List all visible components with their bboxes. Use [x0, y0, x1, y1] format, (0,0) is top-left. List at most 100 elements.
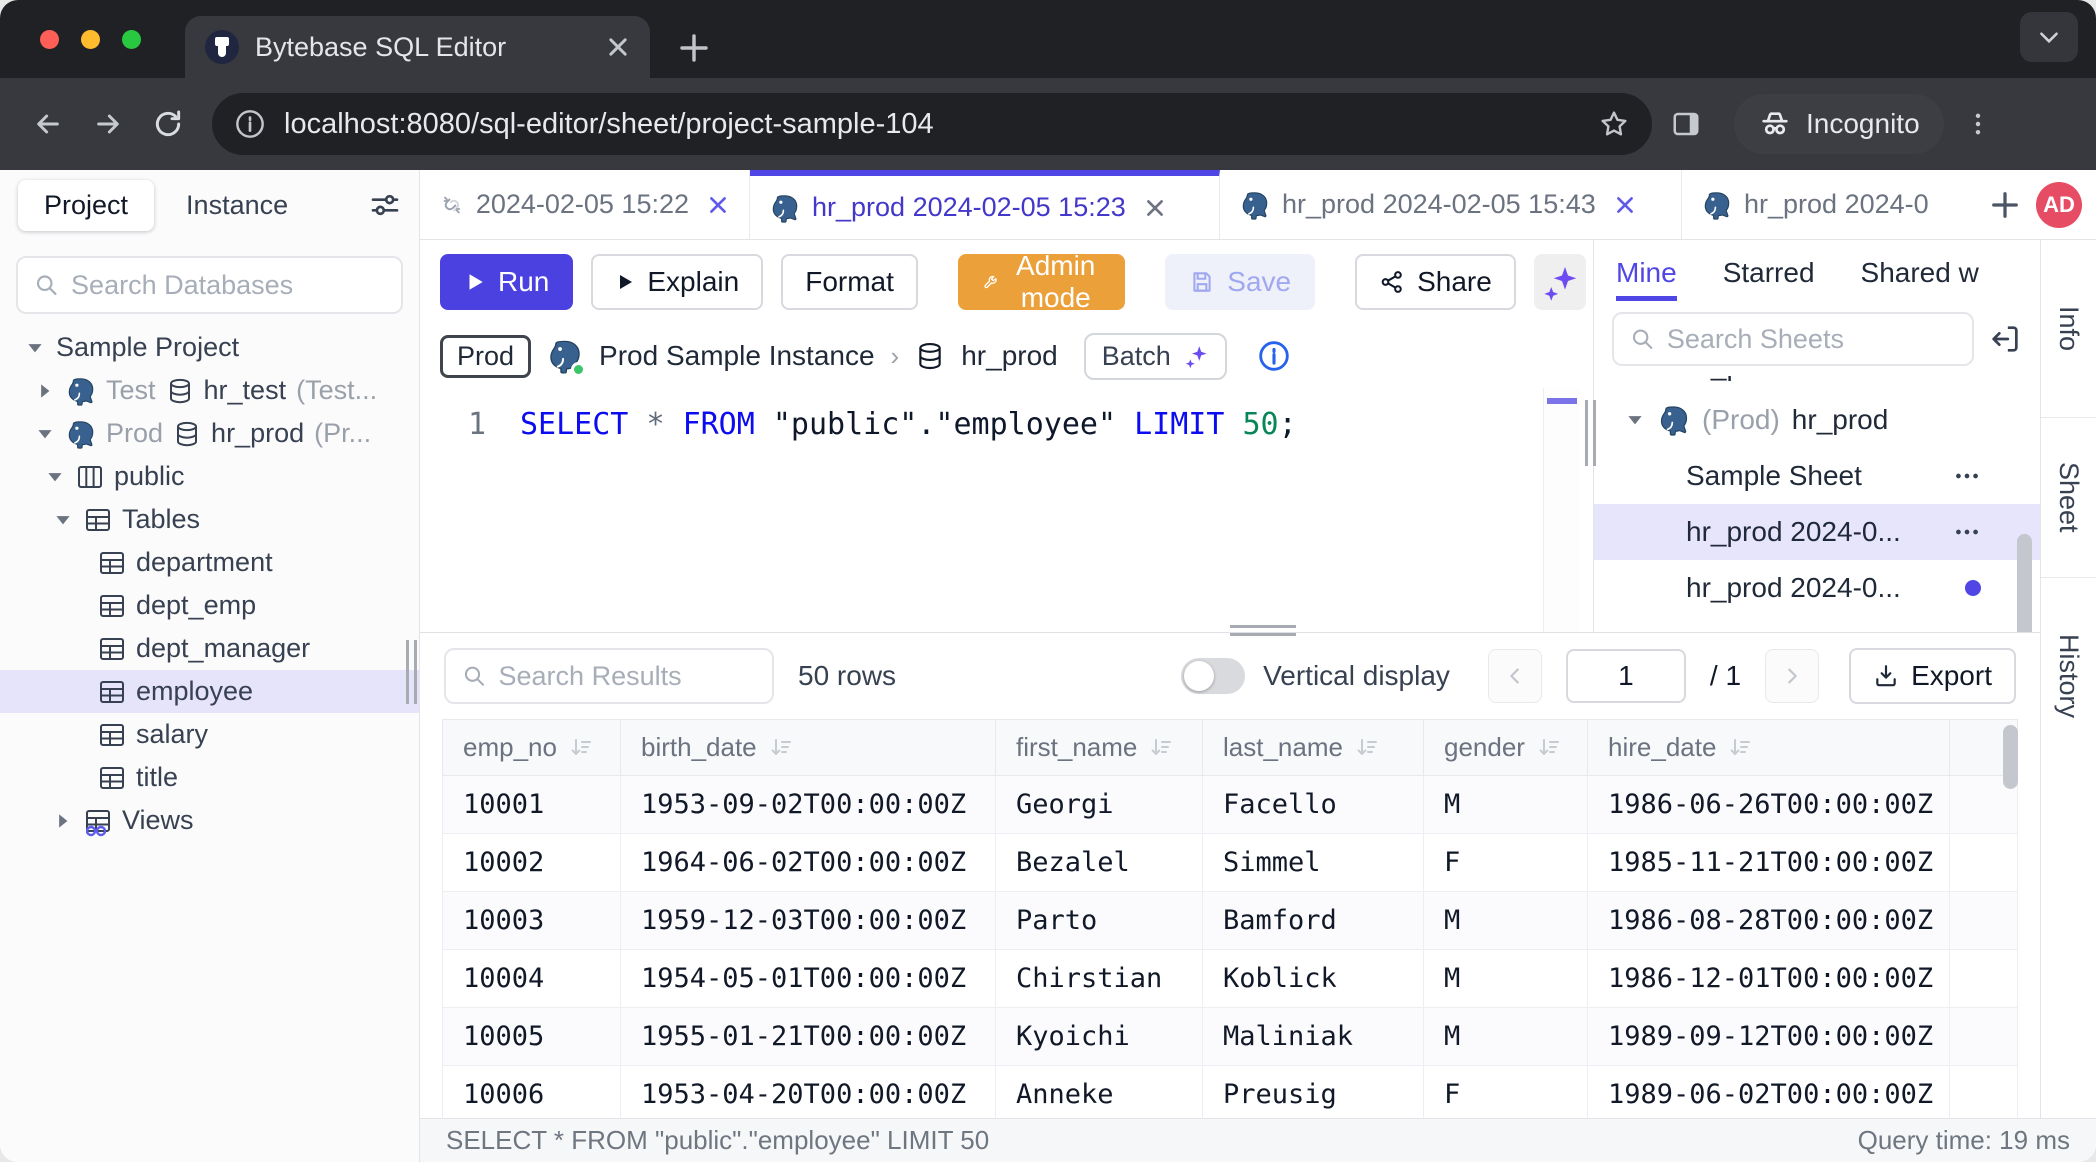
cell[interactable]: M: [1424, 776, 1588, 834]
sheet-item-unsaved-1[interactable]: hr_prod 2024-0...: [1594, 560, 2040, 616]
sheet-tab-2-active[interactable]: hr_prod 2024-02-05 15:23: [750, 170, 1220, 239]
tree-item-table-salary[interactable]: salary: [0, 713, 419, 756]
tree-item-test-db[interactable]: Test hr_test (Test...: [0, 369, 419, 412]
sheet-group-hr-prod[interactable]: (Prod) hr_prod: [1594, 392, 2040, 448]
forward-button[interactable]: [82, 98, 134, 150]
tab-instance[interactable]: Instance: [160, 180, 314, 231]
new-sheet-button[interactable]: [1980, 170, 2030, 239]
cell[interactable]: 10004: [443, 950, 621, 1008]
tree-item-schema-public[interactable]: public: [0, 455, 419, 498]
close-sheet-icon[interactable]: [1144, 197, 1166, 219]
ai-assistant-button[interactable]: [1534, 254, 1586, 310]
column-header-emp-no[interactable]: emp_no: [443, 720, 621, 776]
cell[interactable]: 10002: [443, 834, 621, 892]
close-sheet-icon[interactable]: [707, 194, 729, 216]
table-row[interactable]: 10003 1959-12-03T00:00:00Z Parto Bamford…: [443, 892, 2018, 950]
tree-item-table-title[interactable]: title: [0, 756, 419, 799]
sort-icon[interactable]: [569, 736, 593, 760]
cell[interactable]: M: [1424, 892, 1588, 950]
vertical-display-toggle[interactable]: [1181, 658, 1245, 694]
table-row[interactable]: 10002 1964-06-02T00:00:00Z Bezalel Simme…: [443, 834, 2018, 892]
chevron-down-icon[interactable]: [24, 337, 46, 359]
cell[interactable]: 10006: [443, 1066, 621, 1119]
save-button[interactable]: Save: [1165, 254, 1315, 310]
tree-item-table-department[interactable]: department: [0, 541, 419, 584]
cell[interactable]: Koblick: [1203, 950, 1424, 1008]
chevron-down-icon[interactable]: [1624, 409, 1646, 431]
batch-button[interactable]: Batch: [1084, 333, 1227, 380]
instance-name[interactable]: Prod Sample Instance: [599, 340, 875, 372]
sheet-menu-icon[interactable]: [1952, 517, 1982, 547]
new-tab-button[interactable]: [678, 32, 710, 64]
sql-code-area[interactable]: 1 SELECT * FROM "public"."employee" LIMI…: [420, 388, 1593, 632]
column-header-first-name[interactable]: first_name: [996, 720, 1203, 776]
tree-item-table-dept-emp[interactable]: dept_emp: [0, 584, 419, 627]
editor-minimap[interactable]: [1543, 388, 1579, 632]
sheet-item-unsaved-2[interactable]: hr_prod 2024-0...: [1594, 616, 2040, 632]
tree-item-tables[interactable]: Tables: [0, 498, 419, 541]
table-row[interactable]: 10001 1953-09-02T00:00:00Z Georgi Facell…: [443, 776, 2018, 834]
prev-page-button[interactable]: [1488, 649, 1542, 703]
cell[interactable]: Preusig: [1203, 1066, 1424, 1119]
search-sheets-input[interactable]: [1612, 312, 1974, 366]
cell[interactable]: 10001: [443, 776, 621, 834]
cell[interactable]: 1954-05-01T00:00:00Z: [621, 950, 996, 1008]
tab-shared[interactable]: Shared w: [1861, 257, 1979, 289]
tab-mine[interactable]: Mine: [1616, 257, 1677, 289]
cell[interactable]: Parto: [996, 892, 1203, 950]
column-header-hire-date[interactable]: hire_date: [1588, 720, 1950, 776]
tab-search-chevron-icon[interactable]: [2020, 12, 2078, 62]
sheet-tab-3[interactable]: hr_prod 2024-02-05 15:43: [1220, 170, 1682, 239]
chevron-down-icon[interactable]: [52, 509, 74, 531]
cell[interactable]: Bamford: [1203, 892, 1424, 950]
search-sheets-field[interactable]: [1667, 324, 1956, 355]
side-panel-icon[interactable]: [1660, 98, 1712, 150]
page-number-input[interactable]: [1566, 649, 1686, 703]
cell[interactable]: Simmel: [1203, 834, 1424, 892]
next-page-button[interactable]: [1765, 649, 1819, 703]
sheet-tab-1[interactable]: 2024-02-05 15:22: [420, 170, 750, 239]
results-resize-handle[interactable]: [1230, 625, 1296, 636]
column-header-gender[interactable]: gender: [1424, 720, 1588, 776]
close-window-button[interactable]: [40, 30, 59, 49]
run-button[interactable]: Run: [440, 254, 573, 310]
chevron-down-icon[interactable]: [34, 423, 56, 445]
cell[interactable]: Georgi: [996, 776, 1203, 834]
tree-item-project[interactable]: Sample Project: [0, 326, 419, 369]
chevron-down-icon[interactable]: [44, 466, 66, 488]
share-button[interactable]: Share: [1355, 254, 1516, 310]
sort-icon[interactable]: [1355, 736, 1379, 760]
search-results-input[interactable]: [444, 648, 774, 704]
cell[interactable]: 1959-12-03T00:00:00Z: [621, 892, 996, 950]
column-header-last-name[interactable]: last_name: [1203, 720, 1424, 776]
table-row[interactable]: 10005 1955-01-21T00:00:00Z Kyoichi Malin…: [443, 1008, 2018, 1066]
browser-menu-icon[interactable]: [1952, 98, 2004, 150]
admin-mode-button[interactable]: Admin mode: [958, 254, 1125, 310]
sort-icon[interactable]: [1537, 736, 1561, 760]
close-tab-icon[interactable]: [606, 35, 630, 59]
cell[interactable]: 1989-06-02T00:00:00Z: [1588, 1066, 1950, 1119]
cell[interactable]: 1953-04-20T00:00:00Z: [621, 1066, 996, 1119]
collapse-panel-icon[interactable]: [1988, 322, 2022, 356]
maximize-window-button[interactable]: [122, 30, 141, 49]
cell[interactable]: 1955-01-21T00:00:00Z: [621, 1008, 996, 1066]
explain-button[interactable]: Explain: [591, 254, 763, 310]
minimize-window-button[interactable]: [81, 30, 100, 49]
tree-item-views[interactable]: Views: [0, 799, 419, 842]
cell[interactable]: M: [1424, 950, 1588, 1008]
cell[interactable]: 1986-12-01T00:00:00Z: [1588, 950, 1950, 1008]
results-scrollbar[interactable]: [2003, 725, 2018, 789]
sheet-item-sample[interactable]: Sample Sheet: [1594, 448, 2040, 504]
sort-icon[interactable]: [1728, 736, 1752, 760]
sort-icon[interactable]: [1149, 736, 1173, 760]
site-info-icon[interactable]: [234, 108, 266, 140]
search-results-field[interactable]: [499, 661, 756, 692]
info-icon[interactable]: [1257, 339, 1291, 373]
close-sheet-icon[interactable]: [1614, 194, 1636, 216]
tab-project[interactable]: Project: [18, 180, 154, 231]
panel-resize-handle[interactable]: [1585, 400, 1596, 466]
sidebar-resize-handle[interactable]: [406, 640, 417, 704]
cell[interactable]: M: [1424, 1008, 1588, 1066]
cell[interactable]: 1964-06-02T00:00:00Z: [621, 834, 996, 892]
cell[interactable]: 1989-09-12T00:00:00Z: [1588, 1008, 1950, 1066]
